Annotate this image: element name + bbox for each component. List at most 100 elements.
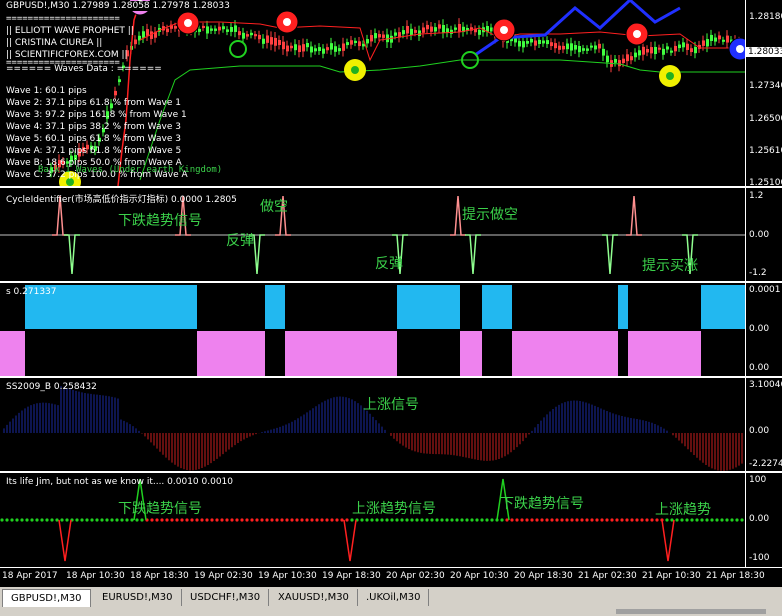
jim-dot xyxy=(95,518,99,522)
jim-dot xyxy=(630,518,634,522)
candle-body xyxy=(642,46,645,55)
time-axis[interactable]: 18 Apr 2017 18 Apr 10:30 18 Apr 18:30 19… xyxy=(0,567,782,588)
symbol-label: GBPUSD!,M30 1.27989 1.28058 1.27978 1.28… xyxy=(4,1,232,11)
jim-dot xyxy=(215,518,219,522)
jim-dot xyxy=(65,518,69,522)
signal-annotation: 下跌趋势信号 xyxy=(118,501,202,517)
candle-body xyxy=(654,46,657,55)
jim-indicator-canvas[interactable] xyxy=(0,473,745,567)
candle-body xyxy=(538,39,541,44)
tab-gbpusd[interactable]: GBPUSD!,M30 xyxy=(2,589,91,607)
jim-dot xyxy=(105,518,109,522)
candle-body xyxy=(686,43,689,50)
jim-dot xyxy=(375,518,379,522)
candle-body xyxy=(590,45,593,48)
buy-signal-core-icon xyxy=(666,72,674,80)
signal-annotation: 反弹 xyxy=(226,233,254,249)
jim-dot xyxy=(530,518,534,522)
candle-body xyxy=(558,45,561,50)
jim-dot xyxy=(490,518,494,522)
tab-xauusd[interactable]: XAUUSD!,M30 xyxy=(270,589,358,606)
candle-body xyxy=(394,32,397,36)
candle-body xyxy=(174,26,177,29)
candle-body xyxy=(430,26,433,32)
scale-tick: 0.00 xyxy=(749,426,770,436)
tab-usdchf[interactable]: USDCHF!,M30 xyxy=(182,589,270,606)
jim-dot xyxy=(350,518,354,522)
candle-body xyxy=(638,50,641,56)
wave-line: Wave A: 37.1 pips 61.8 % from Wave 5 xyxy=(6,146,182,156)
scale-tick: 0.00 xyxy=(749,514,770,524)
jim-dot xyxy=(0,518,4,522)
s-up-block xyxy=(618,285,628,329)
signal-annotation: 下跌趋势信号 xyxy=(118,213,202,229)
s-down-block xyxy=(197,331,265,376)
candle-body xyxy=(706,39,709,47)
wave-line: Wave 3: 97.2 pips 161.8 % from Wave 1 xyxy=(6,110,187,120)
jim-dot xyxy=(35,518,39,522)
jim-dot xyxy=(180,518,184,522)
ss2009-pane[interactable]: SS2009_B 0.258432 上涨信号 xyxy=(0,378,745,471)
ss2009-canvas[interactable] xyxy=(0,378,745,471)
jim-dot xyxy=(240,518,244,522)
jim-dot xyxy=(305,518,309,522)
jim-dot xyxy=(455,518,459,522)
current-price-tag: 1.28033 xyxy=(746,47,782,57)
jim-dot xyxy=(430,518,434,522)
jim-dot xyxy=(540,518,544,522)
jim-dot xyxy=(5,518,9,522)
jim-dot xyxy=(315,518,319,522)
candle-body xyxy=(370,35,373,42)
candle-body xyxy=(674,45,677,52)
candle-body xyxy=(418,30,421,37)
jim-dot xyxy=(605,518,609,522)
candle-body xyxy=(274,37,277,46)
s-indicator-pane[interactable]: s 0.271337 xyxy=(0,283,745,376)
s-indicator-canvas[interactable] xyxy=(0,283,745,376)
jim-dot xyxy=(200,518,204,522)
candle-body xyxy=(298,45,301,53)
main-price-scale[interactable]: 1.28180 1.28033 1.27340 1.26500 1.25610 … xyxy=(745,0,782,188)
jim-dot xyxy=(75,518,79,522)
tab-eurusd[interactable]: EURUSD!,M30 xyxy=(94,589,182,606)
candle-body xyxy=(406,25,409,34)
candle-body xyxy=(402,30,405,35)
candle-body xyxy=(410,28,413,36)
ss2009-scale[interactable]: 3.10046 0.00 -2.22741 xyxy=(745,378,782,471)
candle-body xyxy=(290,45,293,49)
candle-body xyxy=(426,24,429,30)
jim-dot xyxy=(310,518,314,522)
jim-dot xyxy=(160,518,164,522)
info-line: ====== Waves Data : ====== xyxy=(6,64,162,74)
jim-dot xyxy=(485,518,489,522)
jim-dot xyxy=(635,518,639,522)
candle-body xyxy=(586,48,589,51)
jim-dot xyxy=(720,518,724,522)
jim-dot xyxy=(620,518,624,522)
tab-ukoil[interactable]: .UKOil,M30 xyxy=(358,589,430,606)
candle-body xyxy=(630,56,633,61)
main-chart-pane[interactable]: GBPUSD!,M30 1.27989 1.28058 1.27978 1.28… xyxy=(0,0,745,186)
s-scale[interactable]: 0.0001 0.00 0.00 xyxy=(745,283,782,376)
scale-tick: -2.22741 xyxy=(749,459,782,469)
candle-body xyxy=(670,50,673,53)
candle-body xyxy=(146,29,149,36)
candle-body xyxy=(378,34,381,38)
candle-body xyxy=(114,90,117,96)
jim-dot xyxy=(380,518,384,522)
jim-dot xyxy=(480,518,484,522)
indicator-label: CycleIdentifier(市场高低价指示灯指标) 0.0000 1.280… xyxy=(6,195,237,205)
s-up-block xyxy=(482,285,512,329)
candle-body xyxy=(334,46,337,52)
cycle-identifier-pane[interactable]: CycleIdentifier(市场高低价指示灯指标) 0.0000 1.280… xyxy=(0,188,745,281)
chart-tab-bar: GBPUSD!,M30 EURUSD!,M30 USDCHF!,M30 XAUU… xyxy=(0,587,782,616)
cycle-scale[interactable]: 1.2 0.00 -1.2 xyxy=(745,188,782,281)
signal-annotation: 上涨信号 xyxy=(363,397,419,413)
scale-tick: -1.2 xyxy=(749,268,767,278)
jim-dot xyxy=(270,518,274,522)
jim-indicator-pane[interactable]: Its life Jim, but not as we know it.... … xyxy=(0,473,745,567)
tab-scroll-arrows-icon[interactable] xyxy=(616,609,766,614)
jim-dot xyxy=(520,518,524,522)
candle-body xyxy=(690,48,693,53)
jim-scale[interactable]: 100 0.00 -100 xyxy=(745,473,782,567)
